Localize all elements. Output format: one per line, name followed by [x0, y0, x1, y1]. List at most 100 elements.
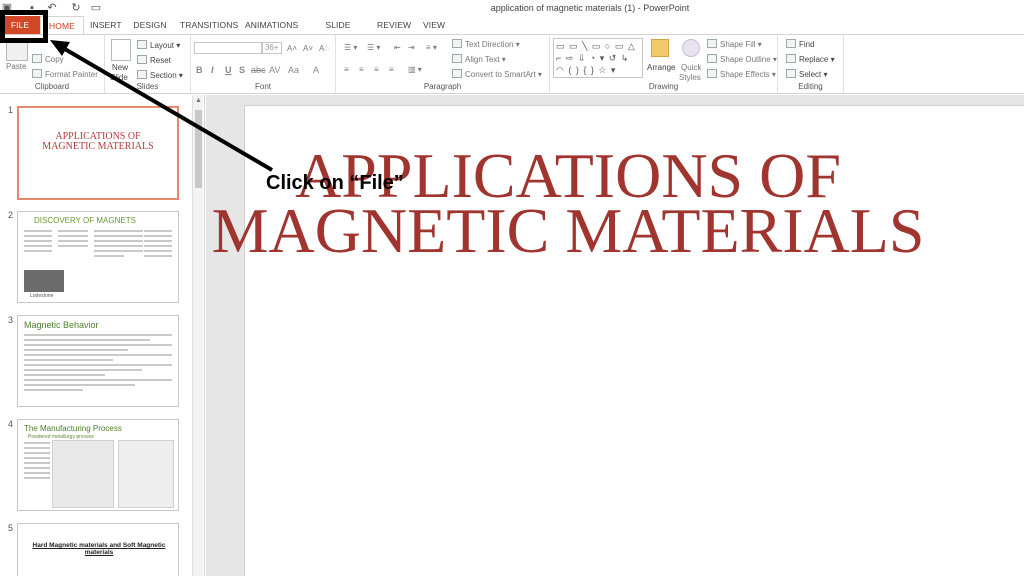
ribbon-home: Paste Copy Format Painter Clipboard New …: [0, 34, 1024, 94]
font-family-select[interactable]: [194, 42, 262, 54]
text-direction-icon: [452, 39, 462, 48]
paragraph-label: Paragraph: [423, 82, 462, 91]
slide-number: 2: [8, 210, 14, 220]
powerpoint-window: ▣ ▪ ↶ ↻ ▭ application of magnetic materi…: [0, 0, 1024, 576]
paste-button[interactable]: Paste: [6, 62, 26, 72]
new-slide-button-line1[interactable]: New: [112, 63, 128, 73]
smartart-icon: [452, 69, 462, 78]
shape-outline-button[interactable]: Shape Outline ▾: [707, 54, 777, 65]
text-direction-button[interactable]: Text Direction ▾: [452, 39, 520, 50]
file-tab-highlight-box: [0, 10, 48, 43]
thumbnail-text-block: [58, 230, 88, 250]
tab-animations[interactable]: ANIMATIONS: [245, 16, 298, 34]
increase-indent-icon[interactable]: ⇥: [408, 43, 415, 53]
copy-icon: [32, 54, 42, 63]
lodestone-image: [24, 270, 64, 292]
bold-button[interactable]: B: [196, 65, 203, 75]
tab-view[interactable]: VIEW: [423, 16, 445, 34]
paste-icon[interactable]: [6, 41, 28, 61]
align-left-icon[interactable]: ≡: [344, 65, 349, 75]
format-painter-icon: [32, 69, 42, 78]
character-spacing-button[interactable]: AV: [269, 65, 280, 75]
clipboard-group: Paste Copy Format Painter Clipboard: [0, 35, 105, 93]
align-right-icon[interactable]: ≡: [374, 65, 379, 75]
tab-slide-show[interactable]: SLIDE SHOW: [313, 16, 363, 48]
tab-transitions[interactable]: TRANSITIONS: [180, 16, 238, 34]
thumbnail-text-block: [24, 442, 50, 482]
new-slide-icon[interactable]: [111, 39, 131, 61]
grow-font-icon[interactable]: A˄: [287, 44, 297, 54]
numbering-icon[interactable]: ☰ ▾: [367, 43, 380, 53]
shrink-font-icon[interactable]: A˅: [303, 44, 313, 54]
shape-fill-button[interactable]: Shape Fill ▾: [707, 39, 762, 50]
shape-effects-icon: [707, 69, 717, 78]
tab-insert[interactable]: INSERT: [90, 16, 122, 34]
section-button[interactable]: Section ▾: [137, 70, 183, 81]
justify-icon[interactable]: ≡: [389, 65, 394, 75]
select-icon: [786, 69, 796, 78]
tab-design[interactable]: DESIGN: [133, 16, 167, 34]
drawing-label: Drawing: [648, 82, 679, 91]
process-diagram-image: [118, 440, 174, 508]
shape-effects-button[interactable]: Shape Effects ▾: [707, 69, 776, 80]
thumbnail-text-block: [24, 230, 52, 255]
layout-button[interactable]: Layout ▾: [137, 40, 180, 51]
italic-button[interactable]: I: [211, 65, 214, 75]
find-icon: [786, 39, 796, 48]
editing-group: Find Replace ▾ Select ▾ Editing: [778, 35, 844, 93]
quick-styles-icon[interactable]: [682, 39, 700, 57]
columns-icon[interactable]: ▥ ▾: [408, 65, 422, 75]
title-bar: ▣ ▪ ↶ ↻ ▭ application of magnetic materi…: [0, 0, 1024, 17]
clipboard-label: Clipboard: [34, 82, 70, 91]
arrange-icon[interactable]: [651, 39, 669, 57]
convert-smartart-button[interactable]: Convert to SmartArt ▾: [452, 69, 542, 80]
section-icon: [137, 70, 147, 79]
underline-button[interactable]: U: [225, 65, 232, 75]
tab-review[interactable]: REVIEW: [377, 16, 411, 34]
instruction-callout: Click on “File”: [266, 172, 404, 194]
font-group: 36+ A˄ A˅ A◌ B I U S abc AV Aa A Font: [191, 35, 336, 93]
find-button[interactable]: Find: [786, 39, 815, 50]
line-spacing-icon[interactable]: ≡ ▾: [426, 43, 437, 53]
shadow-button[interactable]: S: [239, 65, 245, 75]
font-label: Font: [254, 82, 271, 91]
ribbon-tabs: FILE HOME INSERT DESIGN TRANSITIONS ANIM…: [0, 16, 1024, 48]
thumbnail-caption: Lodestone: [30, 293, 54, 299]
format-painter-button[interactable]: Format Painter: [32, 69, 98, 80]
change-case-button[interactable]: Aa: [288, 65, 299, 75]
bullets-icon[interactable]: ☰ ▾: [344, 43, 357, 53]
replace-button[interactable]: Replace ▾: [786, 54, 835, 65]
align-center-icon[interactable]: ≡: [359, 65, 364, 75]
select-button[interactable]: Select ▾: [786, 69, 827, 80]
slide-thumbnail-4[interactable]: The Manufacturing Process Powdered metal…: [17, 419, 179, 511]
reset-icon: [137, 55, 147, 64]
thumbnail-title: The Manufacturing Process: [24, 424, 122, 433]
slides-label: Slides: [136, 82, 159, 91]
shapes-gallery[interactable]: ▭ ▭ ╲ ▭ ○ ▭ △ ⌐ ⇨ ⇩ ◔ ▾ ↺ ↳ ◠ ( ) { } ☆ …: [553, 38, 643, 78]
clear-format-icon[interactable]: A◌: [319, 44, 329, 54]
slides-group: New Slide Layout ▾ Reset Section ▾ Slide…: [105, 35, 191, 93]
layout-icon: [137, 40, 147, 49]
slide-number: 1: [8, 105, 14, 115]
decrease-indent-icon[interactable]: ⇤: [394, 43, 401, 53]
thumbnail-title: Hard Magnetic materials and Soft Magneti…: [32, 542, 166, 556]
thumbnail-text-block: [24, 334, 172, 394]
quick-styles-button-line1[interactable]: Quick: [681, 63, 701, 73]
slide-thumbnail-5[interactable]: Hard Magnetic materials and Soft Magneti…: [17, 523, 179, 576]
strikethrough-button[interactable]: abc: [251, 65, 266, 75]
window-title: application of magnetic materials (1) - …: [490, 3, 690, 13]
scroll-up-icon[interactable]: ▲: [193, 97, 204, 104]
slide-title[interactable]: APPLICATIONS OF MAGNETIC MATERIALS: [118, 144, 1018, 263]
replace-icon: [786, 54, 796, 63]
copy-button[interactable]: Copy: [32, 54, 64, 65]
shape-outline-icon: [707, 54, 717, 63]
font-size-select[interactable]: 36+: [262, 42, 282, 54]
reset-button[interactable]: Reset: [137, 55, 171, 66]
slide-number: 5: [8, 523, 14, 533]
align-text-button[interactable]: Align Text ▾: [452, 54, 506, 65]
drawing-group: ▭ ▭ ╲ ▭ ○ ▭ △ ⌐ ⇨ ⇩ ◔ ▾ ↺ ↳ ◠ ( ) { } ☆ …: [550, 35, 778, 93]
font-color-button[interactable]: A: [313, 65, 319, 75]
paragraph-group: ☰ ▾ ☰ ▾ ⇤ ⇥ ≡ ▾ ≡ ≡ ≡ ≡ ▥ ▾ Text Directi…: [336, 35, 550, 93]
slide-thumbnail-3[interactable]: Magnetic Behavior: [17, 315, 179, 407]
arrange-button[interactable]: Arrange: [647, 63, 675, 73]
